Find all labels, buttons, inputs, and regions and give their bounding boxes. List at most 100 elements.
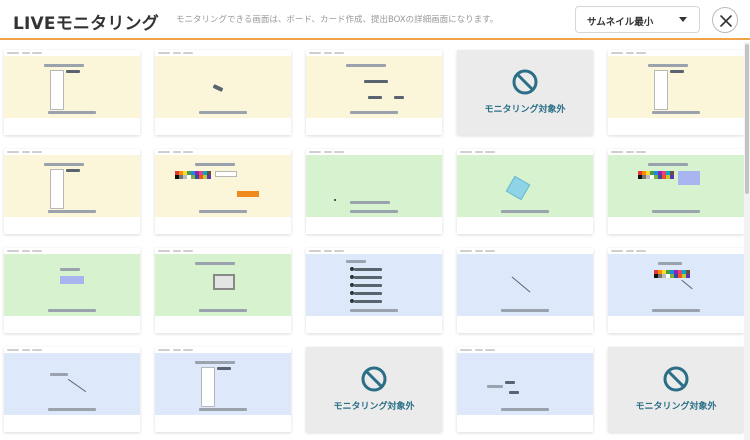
- board-text-mark: [48, 309, 96, 312]
- monitor-thumbnail[interactable]: [155, 50, 291, 135]
- board-line-mark: [511, 276, 531, 293]
- grid-scrollbar[interactable]: [744, 42, 750, 440]
- page-description: モニタリングできる画面は、ボード、カード作成、提出BOXの詳細画面になります。: [176, 15, 499, 25]
- bullet-dot: [350, 267, 354, 271]
- board-text-mark: [350, 111, 398, 114]
- thumbnail-footer: [457, 217, 593, 234]
- thumbnail-footer: [155, 118, 291, 135]
- board-screen: [155, 353, 291, 415]
- board-text-mark: [354, 284, 382, 287]
- board-text-mark: [346, 260, 366, 263]
- board-screen: [457, 254, 593, 316]
- board-text-mark: [354, 292, 382, 295]
- board-text-mark: [648, 163, 688, 166]
- bullet-dot: [350, 275, 354, 279]
- board-text-mark: [501, 408, 549, 411]
- board-sticky-tag: [212, 84, 224, 92]
- close-icon: [720, 15, 732, 27]
- board-text-mark: [195, 361, 235, 364]
- board-text-mark: [652, 309, 700, 312]
- scrollbar-thumb[interactable]: [745, 44, 749, 194]
- board-text-mark: [48, 210, 96, 213]
- board-text-mark: [195, 262, 235, 265]
- thumbnail-footer: [4, 316, 140, 333]
- bullet-dot: [350, 291, 354, 295]
- blue-label-box: [60, 276, 84, 284]
- monitor-thumbnail[interactable]: [155, 149, 291, 234]
- monitor-thumbnail[interactable]: [608, 248, 744, 333]
- header-bar: LIVEモニタリング モニタリングできる画面は、ボード、カード作成、提出BOXの…: [0, 0, 750, 40]
- thumbnail-footer: [155, 316, 291, 333]
- board-text-mark: [501, 210, 549, 213]
- thumbnail-size-select[interactable]: サムネイル最小: [575, 6, 700, 33]
- thumbnail-footer: [608, 316, 744, 333]
- board-screen: [306, 56, 442, 118]
- board-text-mark: [354, 268, 382, 271]
- monitor-thumbnail[interactable]: [4, 347, 140, 432]
- thumbnail-footer: [306, 316, 442, 333]
- thumbnail-footer: [608, 118, 744, 135]
- prohibited-icon: [663, 366, 689, 392]
- list-panel: [50, 70, 64, 110]
- thumbnail-footer: [457, 316, 593, 333]
- monitor-thumbnail[interactable]: [608, 149, 744, 234]
- board-screen: [608, 254, 744, 316]
- board-screen: [4, 155, 140, 217]
- board-text-mark: [509, 391, 519, 394]
- text-input-box: [215, 171, 237, 177]
- monitor-thumbnail[interactable]: [4, 149, 140, 234]
- board-text-mark: [648, 64, 688, 67]
- monitor-thumbnail[interactable]: [457, 248, 593, 333]
- excluded-label: モニタリング対象外: [635, 402, 717, 412]
- list-panel: [50, 169, 64, 209]
- board-screen: [155, 155, 291, 217]
- board-text-mark: [368, 96, 382, 99]
- monitor-thumbnail-excluded[interactable]: モニタリング対象外: [457, 50, 593, 135]
- board-text-mark: [50, 373, 68, 376]
- board-text-mark: [487, 385, 503, 388]
- chevron-down-icon: [679, 17, 687, 22]
- monitor-thumbnail[interactable]: [457, 347, 593, 432]
- monitor-thumbnail[interactable]: [155, 248, 291, 333]
- monitor-thumbnail[interactable]: [4, 50, 140, 135]
- monitor-thumbnail[interactable]: [306, 248, 442, 333]
- board-text-mark: [66, 70, 80, 73]
- board-text-mark: [350, 309, 398, 312]
- board-screen: [4, 353, 140, 415]
- board-screen: [608, 56, 744, 118]
- prohibited-icon: [512, 69, 538, 95]
- board-text-mark: [670, 70, 684, 73]
- board-text-mark: [48, 408, 96, 411]
- monitor-thumbnail[interactable]: [457, 149, 593, 234]
- board-line-mark: [67, 378, 87, 393]
- pointer-dot: [334, 199, 336, 201]
- board-text-mark: [501, 309, 549, 312]
- board-text-mark: [350, 210, 398, 213]
- board-screen: [306, 155, 442, 217]
- board-screen: [4, 254, 140, 316]
- monitor-thumbnail[interactable]: [155, 347, 291, 432]
- board-screen: [4, 56, 140, 118]
- close-button[interactable]: [712, 7, 738, 33]
- board-text-mark: [199, 408, 247, 411]
- monitor-thumbnail[interactable]: [4, 248, 140, 333]
- board-text-mark: [195, 163, 235, 166]
- monitor-thumbnail-excluded[interactable]: モニタリング対象外: [306, 347, 442, 432]
- board-screen: [457, 155, 593, 217]
- monitor-thumbnail-excluded[interactable]: モニタリング対象外: [608, 347, 744, 432]
- bullet-dot: [350, 299, 354, 303]
- color-palette: [175, 171, 213, 179]
- board-text-mark: [199, 309, 247, 312]
- excluded-label: モニタリング対象外: [484, 105, 566, 115]
- board-text-mark: [505, 381, 515, 384]
- board-text-mark: [44, 64, 84, 67]
- page-title: LIVEモニタリング: [13, 14, 159, 34]
- monitor-thumbnail[interactable]: [306, 50, 442, 135]
- thumbnail-footer: [4, 217, 140, 234]
- monitor-thumbnail[interactable]: [306, 149, 442, 234]
- blue-card: [678, 171, 700, 185]
- color-palette: [654, 270, 692, 278]
- board-text-mark: [346, 64, 386, 67]
- monitor-thumbnail[interactable]: [608, 50, 744, 135]
- board-screen: [457, 353, 593, 415]
